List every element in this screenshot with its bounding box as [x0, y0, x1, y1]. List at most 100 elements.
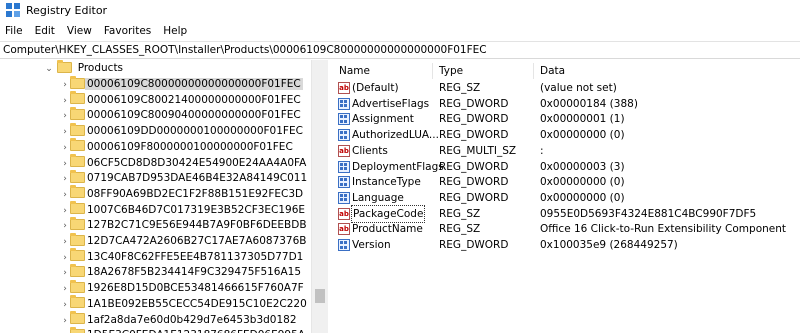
chevron-right-icon[interactable]: › — [60, 250, 70, 266]
column-header-name[interactable]: Name — [339, 63, 370, 79]
tree-item[interactable]: › 00006109C80021400000000000F01FEC — [60, 91, 303, 109]
value-row[interactable]: ab ProductName REG_SZ Office 16 Click-to-Ru… — [329, 221, 800, 237]
tree-item[interactable]: › 08FF90A69BD2EC1F2F88B151E92FEC3D — [60, 185, 305, 203]
column-header-type[interactable]: Type — [439, 63, 463, 79]
tree-scrollbar[interactable] — [311, 60, 328, 333]
tree-item[interactable]: › 1D5E3C0FEDA1E123187686FED06E995A — [60, 326, 307, 333]
chevron-right-icon[interactable]: › — [60, 187, 70, 203]
menu-file[interactable]: File — [0, 22, 29, 40]
tree-item[interactable]: › 00006109F8000000100000000F01FEC — [60, 138, 295, 156]
tree-item-label: 13C40F8C62FFE5EE4B781137305D77D1 — [87, 250, 304, 263]
value-data: 0x00000001 (1) — [540, 113, 625, 126]
chevron-right-icon[interactable]: › — [60, 313, 70, 329]
value-row[interactable]: Version REG_DWORD 0x100035e9 (268449257) — [329, 237, 800, 253]
chevron-right-icon[interactable]: › — [60, 156, 70, 172]
value-row[interactable]: AdvertiseFlags REG_DWORD 0x00000184 (388) — [329, 96, 800, 112]
value-data: (value not set) — [540, 82, 617, 94]
registry-editor-icon — [6, 3, 20, 17]
tree-item[interactable]: › 1926E8D15D0BCE53481466615F760A7F — [60, 279, 306, 297]
tree-item[interactable]: › 06CF5CD8D8D30424E54900E24AA4A0FA — [60, 154, 308, 172]
values-pane[interactable]: Name Type Data ab (Default) REG_SZ (value n… — [329, 60, 800, 333]
value-row[interactable]: DeploymentFlags REG_DWORD 0x00000003 (3) — [329, 159, 800, 175]
tree-item-products[interactable]: ⌄ Products — [44, 60, 125, 76]
binary-value-icon — [338, 160, 350, 173]
tree-item[interactable]: › 1A1BE092EB55CECC54DE915C10E2C220 — [60, 295, 309, 313]
value-row[interactable]: AuthorizedLUA... REG_DWORD 0x00000000 (0) — [329, 127, 800, 143]
folder-icon — [70, 279, 85, 293]
chevron-right-icon[interactable]: › — [60, 124, 70, 140]
column-divider[interactable] — [432, 63, 433, 79]
title-bar: Registry Editor — [0, 0, 800, 20]
value-data: 0x00000000 (0) — [540, 176, 625, 189]
value-row[interactable]: InstanceType REG_DWORD 0x00000000 (0) — [329, 174, 800, 190]
chevron-right-icon[interactable]: › — [60, 281, 70, 297]
menu-favorites[interactable]: Favorites — [98, 22, 157, 40]
value-type: REG_SZ — [439, 223, 481, 236]
tree-item[interactable]: › 00006109DD0000000100000000F01FEC — [60, 122, 305, 140]
value-row[interactable]: ab Clients REG_MULTI_SZ: — [329, 143, 800, 159]
menu-help[interactable]: Help — [157, 22, 193, 40]
tree-item[interactable]: › 1007C6B46D7C017319E3B52CF3EC196E — [60, 201, 307, 219]
tree-item-label: 1af2a8da7e60d0b429d7e6453b3d0182 — [87, 313, 297, 326]
menu-view[interactable]: View — [61, 22, 98, 40]
tree-item[interactable]: › 18A2678F5B234414F9C329475F516A15 — [60, 263, 303, 281]
tree-item[interactable]: › 12D7CA472A2606B27C17AE7A6087376B — [60, 232, 309, 250]
tree-item[interactable]: › 13C40F8C62FFE5EE4B781137305D77D1 — [60, 248, 305, 266]
chevron-right-icon[interactable]: › — [60, 171, 70, 187]
value-name: AuthorizedLUA... — [352, 129, 439, 142]
folder-icon — [70, 263, 85, 277]
tree-item[interactable]: › 0719CAB7D953DAE46B4E32A84149C011 — [60, 169, 309, 187]
value-row[interactable]: Assignment REG_DWORD 0x00000001 (1) — [329, 111, 800, 127]
tree-item[interactable]: › 00006109C80090400000000000F01FEC — [60, 106, 303, 124]
chevron-right-icon[interactable]: › — [60, 297, 70, 313]
tree-item-label: Products — [77, 62, 124, 74]
folder-icon — [70, 216, 85, 230]
value-name: DeploymentFlags — [352, 160, 444, 173]
value-name: AdvertiseFlags — [352, 97, 430, 110]
chevron-right-icon[interactable]: › — [60, 203, 70, 219]
column-header-data[interactable]: Data — [540, 63, 565, 79]
tree-item-label: 00006109DD0000000100000000F01FEC — [87, 125, 303, 138]
chevron-down-icon[interactable]: ⌄ — [44, 61, 54, 77]
chevron-right-icon[interactable]: › — [60, 218, 70, 234]
tree-item[interactable]: › 1af2a8da7e60d0b429d7e6453b3d0182 — [60, 311, 299, 329]
value-type: REG_DWORD — [439, 239, 509, 251]
value-name: InstanceType — [352, 176, 421, 189]
folder-icon — [70, 106, 85, 120]
binary-value-icon — [338, 191, 350, 204]
folder-icon — [70, 232, 85, 246]
folder-icon — [70, 169, 85, 183]
tree-item[interactable]: › 127B2C71C9E56E944B7A9F0BF6DEEBDB — [60, 216, 309, 234]
folder-icon — [70, 75, 85, 89]
chevron-right-icon[interactable]: › — [60, 93, 70, 109]
string-value-icon: ab — [338, 223, 350, 236]
binary-value-icon — [338, 129, 350, 142]
folder-icon — [70, 248, 85, 262]
value-type: REG_DWORD — [439, 160, 509, 173]
chevron-right-icon[interactable]: › — [60, 140, 70, 156]
key-tree-pane[interactable]: ⌄ Products › 00006109C80000000000000000F0… — [0, 60, 328, 333]
value-type: REG_SZ — [439, 82, 481, 94]
chevron-right-icon[interactable]: › — [60, 77, 70, 93]
chevron-right-icon[interactable]: › — [60, 265, 70, 281]
value-type: REG_DWORD — [439, 176, 509, 189]
value-row[interactable]: ab (Default) REG_SZ (value not set) — [329, 80, 800, 96]
tree-item-label: 1926E8D15D0BCE53481466615F760A7F — [87, 282, 304, 295]
scrollbar-thumb[interactable] — [315, 289, 325, 303]
address-bar[interactable]: Computer\HKEY_CLASSES_ROOT\Installer\Pro… — [0, 41, 800, 59]
binary-value-icon — [338, 176, 350, 189]
value-type: REG_MULTI_SZ — [439, 144, 517, 157]
binary-value-icon — [338, 239, 350, 251]
value-name: Version — [352, 239, 391, 251]
value-name: ProductName — [352, 223, 423, 236]
chevron-right-icon[interactable]: › — [60, 328, 70, 333]
tree-item[interactable]: › 00006109C80000000000000000F01FEC — [60, 75, 303, 93]
chevron-right-icon[interactable]: › — [60, 234, 70, 250]
value-row[interactable]: ab PackageCode REG_SZ 0955E0D5693F4324E881C… — [329, 204, 800, 223]
chevron-right-icon[interactable]: › — [60, 108, 70, 124]
column-divider[interactable] — [533, 63, 534, 79]
folder-icon — [70, 122, 85, 136]
menu-edit[interactable]: Edit — [29, 22, 61, 40]
binary-value-icon — [338, 113, 350, 126]
value-row[interactable]: Language REG_DWORD 0x00000000 (0) — [329, 190, 800, 206]
